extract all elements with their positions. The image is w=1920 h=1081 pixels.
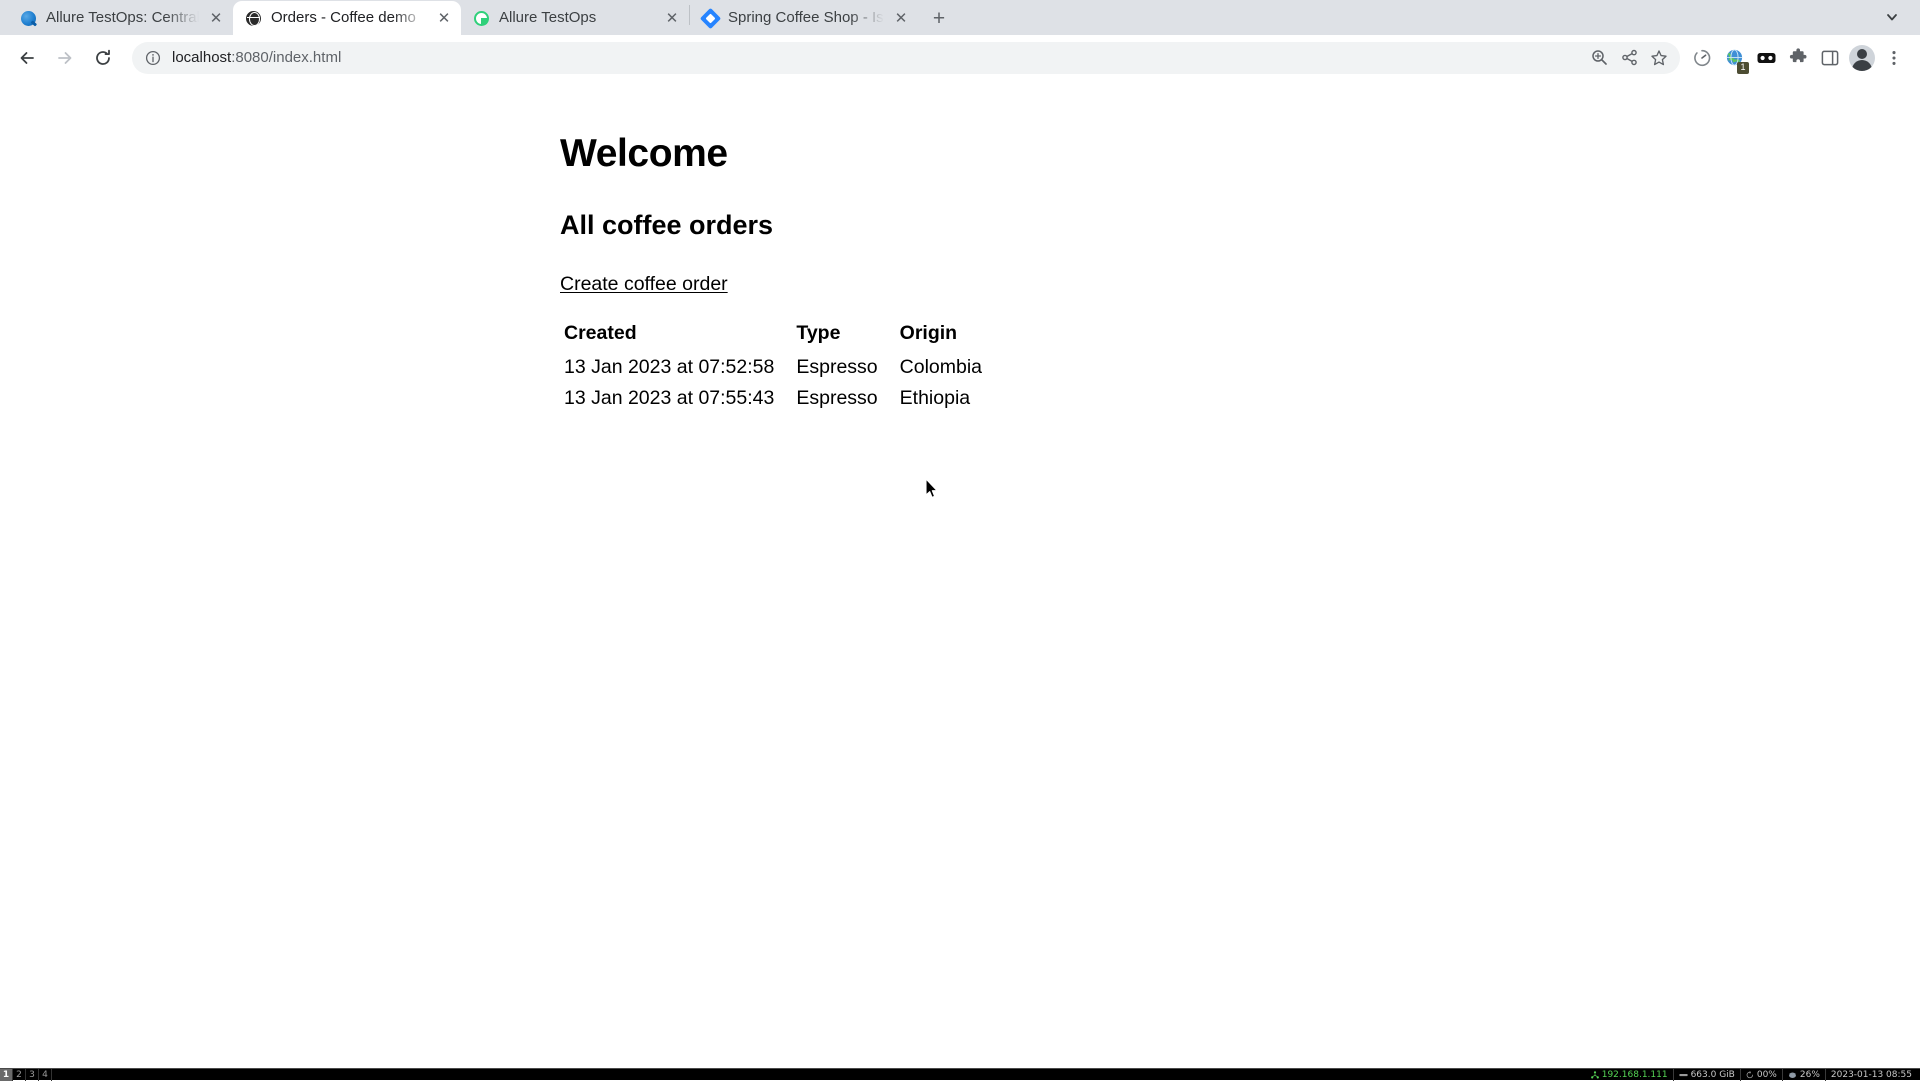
ip-address-text: 192.168.1.111 — [1602, 1070, 1668, 1080]
browser-tab-1[interactable]: Allure TestOps: Centralize ✕ — [8, 1, 233, 35]
tab-close-icon[interactable]: ✕ — [890, 7, 912, 29]
allure-blue-favicon — [20, 10, 37, 27]
zoom-in-icon[interactable] — [1584, 43, 1614, 73]
disk-free-text: 663.0 GiB — [1691, 1070, 1735, 1080]
memory-icon — [1788, 1071, 1797, 1079]
page-content: Welcome All coffee orders Create coffee … — [0, 80, 1920, 414]
cell-type: Espresso — [792, 383, 895, 414]
page-viewport: Welcome All coffee orders Create coffee … — [0, 80, 1920, 1068]
avatar[interactable] — [1846, 42, 1878, 74]
tray-memory[interactable]: 26% — [1782, 1069, 1825, 1081]
tab-close-icon[interactable]: ✕ — [661, 7, 683, 29]
workspace-2[interactable]: 2 — [13, 1069, 26, 1081]
share-icon[interactable] — [1614, 43, 1644, 73]
tab-close-icon[interactable]: ✕ — [433, 7, 455, 29]
browser-menu-icon[interactable] — [1878, 42, 1910, 74]
workspace-switcher: 1 2 3 4 — [0, 1069, 52, 1081]
section-title: All coffee orders — [560, 211, 1920, 241]
tray-network[interactable]: 192.168.1.111 — [1586, 1069, 1673, 1081]
column-header-origin: Origin — [896, 322, 1000, 352]
url-text: localhost:8080/index.html — [172, 49, 341, 66]
puzzle-extensions-icon[interactable] — [1782, 42, 1814, 74]
tab-title: Orders - Coffee demo — [271, 1, 427, 35]
tab-title: Allure TestOps: Centralize — [46, 1, 199, 35]
url-path: :8080/index.html — [231, 49, 341, 66]
site-info-icon[interactable] — [144, 49, 162, 67]
omnibox-actions — [1584, 43, 1680, 73]
cell-origin: Colombia — [896, 352, 1000, 383]
glasses-extension-icon[interactable] — [1750, 42, 1782, 74]
chevron-down-icon[interactable] — [1878, 3, 1906, 31]
network-icon — [1591, 1071, 1599, 1079]
tray-cpu[interactable]: 00% — [1740, 1069, 1782, 1081]
browser-tab-2-active[interactable]: Orders - Coffee demo ✕ — [233, 1, 461, 35]
desktop-taskbar: 1 2 3 4 192.168.1.111 663.0 GiB — [0, 1068, 1920, 1080]
address-bar[interactable]: localhost:8080/index.html — [132, 42, 1680, 74]
memory-usage-text: 26% — [1800, 1070, 1820, 1080]
browser-window: Allure TestOps: Centralize ✕ Orders - Co… — [0, 0, 1920, 1068]
allure-green-favicon — [473, 10, 490, 27]
cell-type: Espresso — [792, 352, 895, 383]
forward-button[interactable] — [48, 41, 82, 75]
globe-dark-favicon — [245, 10, 262, 27]
system-tray: 192.168.1.111 663.0 GiB 00% — [1586, 1069, 1920, 1081]
browser-toolbar: localhost:8080/index.html — [0, 35, 1920, 80]
loading-circle-icon[interactable] — [1686, 42, 1718, 74]
reload-button[interactable] — [86, 41, 120, 75]
tray-clock[interactable]: 2023-01-13 08:55 — [1825, 1069, 1917, 1081]
create-coffee-order-link[interactable]: Create coffee order — [560, 273, 728, 296]
column-header-created: Created — [560, 322, 792, 352]
datetime-text: 2023-01-13 08:55 — [1831, 1070, 1912, 1080]
tab-close-icon[interactable]: ✕ — [205, 7, 227, 29]
side-panel-icon[interactable] — [1814, 42, 1846, 74]
cell-origin: Ethiopia — [896, 383, 1000, 414]
cpu-usage-text: 00% — [1757, 1070, 1777, 1080]
browser-tab-4[interactable]: Spring Coffee Shop - Issue ✕ — [690, 1, 918, 35]
workspace-4[interactable]: 4 — [39, 1069, 52, 1081]
browser-tab-3[interactable]: Allure TestOps ✕ — [461, 1, 689, 35]
workspace-3[interactable]: 3 — [26, 1069, 39, 1081]
globe-extension-icon[interactable]: 1 — [1718, 42, 1750, 74]
column-header-type: Type — [792, 322, 895, 352]
workspace-1[interactable]: 1 — [0, 1069, 13, 1081]
tab-strip: Allure TestOps: Centralize ✕ Orders - Co… — [0, 0, 1920, 35]
cell-created: 13 Jan 2023 at 07:55:43 — [560, 383, 792, 414]
tray-disk[interactable]: 663.0 GiB — [1673, 1069, 1740, 1081]
jira-diamond-favicon — [702, 10, 719, 27]
cell-created: 13 Jan 2023 at 07:52:58 — [560, 352, 792, 383]
orders-table: Created Type Origin 13 Jan 2023 at 07:52… — [560, 322, 1000, 414]
page-title: Welcome — [560, 134, 1920, 175]
table-row: 13 Jan 2023 at 07:55:43 Espresso Ethiopi… — [560, 383, 1000, 414]
table-header-row: Created Type Origin — [560, 322, 1000, 352]
tab-title: Spring Coffee Shop - Issue — [728, 1, 884, 35]
toolbar-extension-actions: 1 — [1686, 42, 1910, 74]
mouse-cursor — [925, 478, 938, 499]
tab-title: Allure TestOps — [499, 1, 655, 35]
table-row: 13 Jan 2023 at 07:52:58 Espresso Colombi… — [560, 352, 1000, 383]
bookmark-star-icon[interactable] — [1644, 43, 1674, 73]
disk-icon — [1679, 1071, 1688, 1079]
extension-badge-count: 1 — [1737, 62, 1749, 74]
back-button[interactable] — [10, 41, 44, 75]
cpu-icon — [1746, 1071, 1754, 1079]
new-tab-button[interactable]: + — [924, 3, 954, 33]
url-host: localhost — [172, 49, 231, 66]
